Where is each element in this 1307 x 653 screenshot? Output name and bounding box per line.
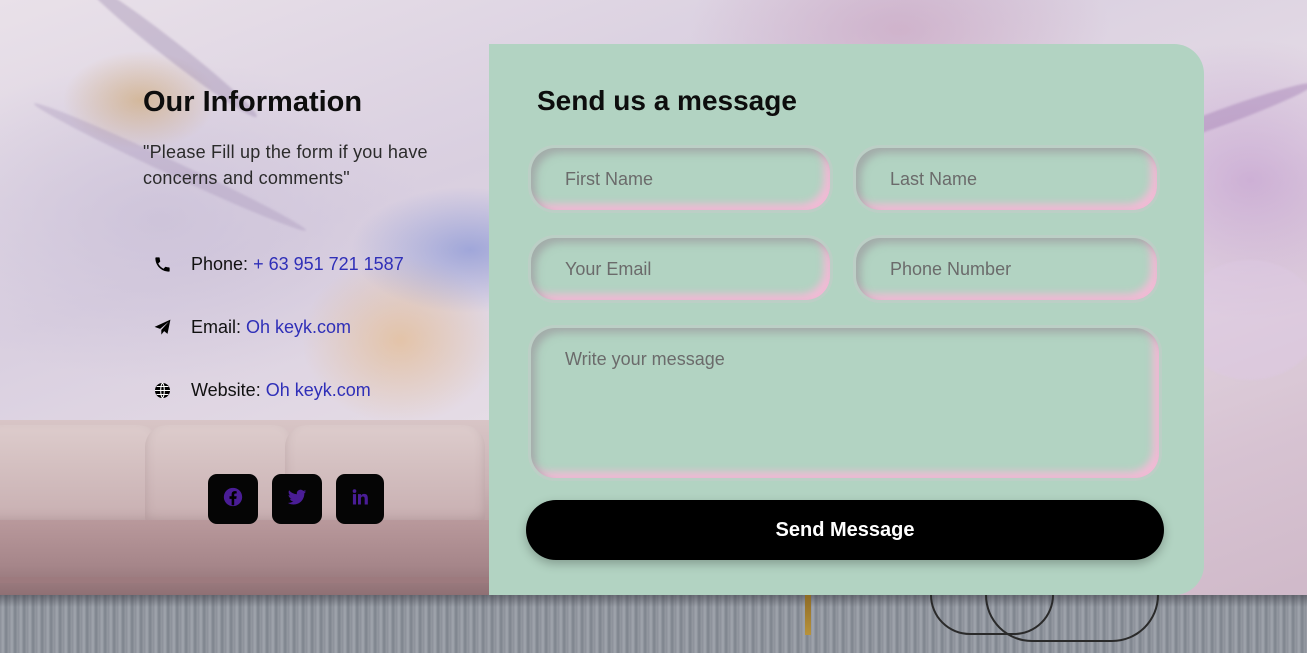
email-label: Email:: [191, 317, 242, 337]
first-name-input[interactable]: [531, 148, 830, 210]
contact-email: Email: Oh keyk.com: [152, 317, 351, 338]
website-link[interactable]: Oh keyk.com: [266, 380, 371, 401]
contact-website: Website: Oh keyk.com: [152, 380, 371, 401]
facebook-button[interactable]: [208, 474, 258, 524]
email-input[interactable]: [531, 238, 830, 300]
info-title: Our Information: [143, 86, 363, 118]
side-table-frame: [985, 595, 1159, 642]
form-title: Send us a message: [537, 85, 797, 116]
sofa-trim: [0, 577, 500, 583]
email-link[interactable]: Oh keyk.com: [246, 317, 351, 338]
website-label: Website:: [191, 380, 261, 400]
linkedin-button[interactable]: [336, 474, 384, 524]
message-textarea[interactable]: [531, 328, 1159, 478]
phone-icon: [152, 255, 172, 275]
globe-icon: [152, 381, 172, 401]
paper-plane-icon: [152, 318, 172, 338]
contact-page: Our Information "Please Fill up the form…: [0, 0, 1307, 653]
table-leg: [805, 595, 811, 635]
phone-link[interactable]: + 63 951 721 1587: [253, 254, 404, 275]
message-form-card: Send us a message Send Message: [489, 44, 1204, 595]
info-section: Our Information "Please Fill up the form…: [143, 84, 463, 191]
twitter-button[interactable]: [272, 474, 322, 524]
twitter-icon: [286, 486, 308, 513]
facebook-icon: [222, 486, 244, 513]
linkedin-icon: [350, 487, 370, 512]
sofa-cushion: [0, 425, 160, 525]
sofa-seat: [0, 520, 500, 595]
info-quote: "Please Fill up the form if you have con…: [143, 142, 428, 188]
last-name-input[interactable]: [856, 148, 1157, 210]
contact-phone: Phone: + 63 951 721 1587: [152, 254, 404, 275]
send-message-button[interactable]: Send Message: [526, 500, 1164, 560]
phone-label: Phone:: [191, 254, 249, 274]
social-links: [208, 474, 384, 524]
phone-input[interactable]: [856, 238, 1157, 300]
